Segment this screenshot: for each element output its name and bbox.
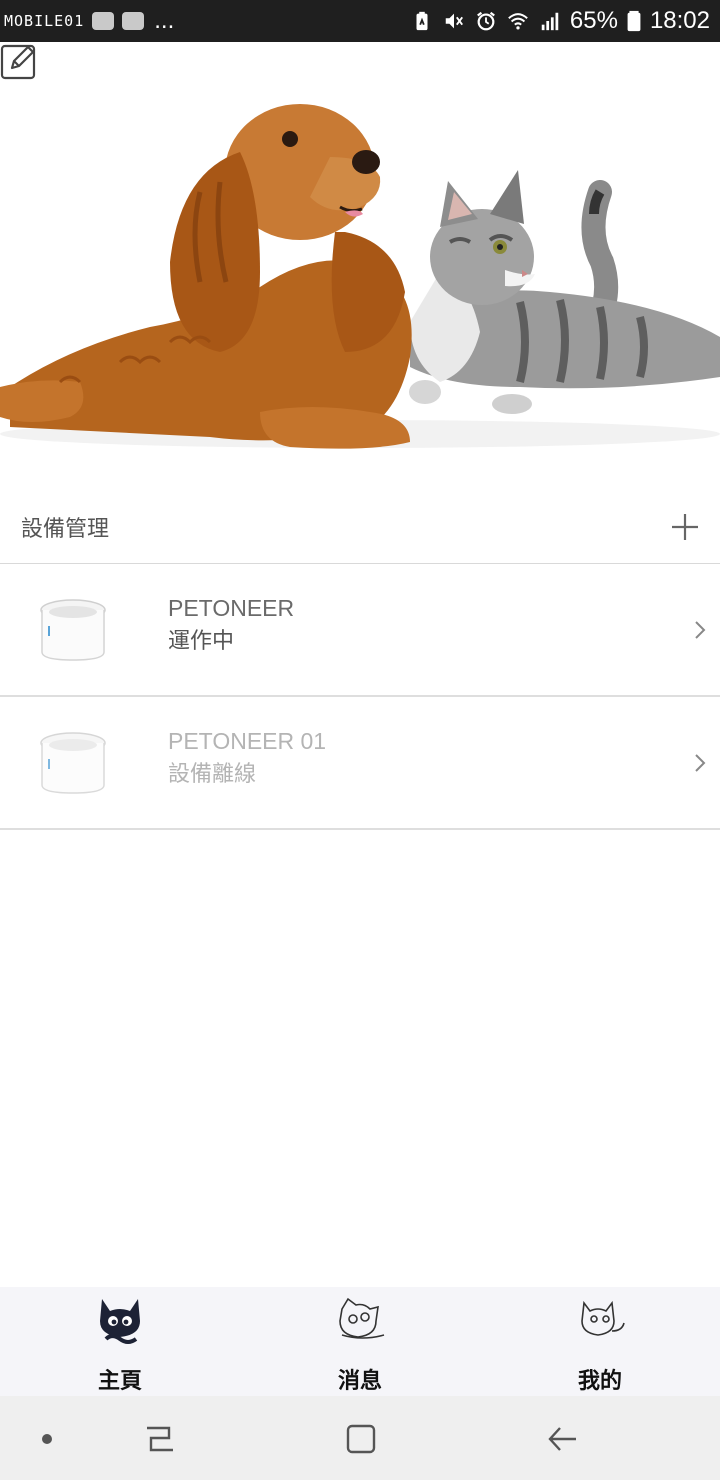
tab-profile[interactable]: 我的: [480, 1287, 720, 1396]
tab-home[interactable]: 主頁: [0, 1287, 240, 1396]
device-row-petoneer-01[interactable]: PETONEER 01 設備離線: [0, 697, 720, 830]
tab-label: 我的: [577, 1368, 622, 1393]
mute-icon: [445, 13, 463, 29]
cat-profile-icon: [581, 1300, 625, 1336]
battery-icon: [627, 10, 641, 32]
notification-icon: [92, 12, 115, 30]
water-fountain-thumbnail: [40, 732, 106, 794]
alarm-icon: [476, 11, 495, 31]
cat-message-icon: [339, 1297, 385, 1339]
device-status: 設備離線: [168, 761, 257, 786]
clock: 18:02: [649, 7, 710, 34]
status-bar: MOBILE01 ... 65% 18:02: [0, 0, 720, 42]
device-info: PETONEER 運作中: [168, 592, 294, 658]
device-info: PETONEER 01 設備離線: [168, 725, 326, 791]
watermark-text: MOBILE01: [4, 12, 85, 30]
device-management-header: 設備管理: [0, 490, 720, 564]
hero-banner: [0, 42, 720, 472]
section-title: 設備管理: [21, 515, 110, 541]
back-arrow-icon[interactable]: [546, 1422, 580, 1456]
home-square-icon[interactable]: [344, 1422, 378, 1456]
device-row-petoneer[interactable]: PETONEER 運作中: [0, 564, 720, 697]
water-fountain-thumbnail: [40, 599, 106, 661]
plus-icon[interactable]: [670, 512, 700, 542]
app-screen: MOBILE01 ... 65% 18:02 設備管理 PETONEER 運作中…: [0, 0, 720, 1480]
recents-icon[interactable]: [143, 1422, 177, 1456]
device-status: 運作中: [168, 628, 235, 653]
battery-saver-icon: [416, 11, 428, 31]
chevron-right-icon: [695, 754, 706, 772]
device-name: PETONEER 01: [168, 728, 327, 754]
battery-percent: 65%: [569, 7, 618, 34]
wifi-icon: [508, 13, 528, 30]
chevron-right-icon: [695, 621, 706, 639]
tab-messages[interactable]: 消息: [240, 1287, 480, 1396]
tab-label: 消息: [337, 1368, 382, 1393]
dog-and-cat-photo: [0, 104, 720, 449]
device-name: PETONEER: [168, 595, 295, 621]
system-nav-bar: [0, 1396, 720, 1480]
notification-overflow: ...: [154, 7, 175, 34]
cat-home-icon: [100, 1299, 140, 1344]
bottom-tab-bar: 主頁 消息 我的: [0, 1287, 720, 1396]
edit-icon[interactable]: [0, 42, 38, 80]
signal-icon: [541, 12, 559, 31]
dot-icon[interactable]: [30, 1422, 64, 1456]
status-bar-right: 65% 18:02: [410, 7, 710, 35]
tab-label: 主頁: [97, 1368, 142, 1393]
chat-notification-icon: [122, 12, 145, 30]
status-bar-left: MOBILE01 ...: [4, 9, 174, 33]
